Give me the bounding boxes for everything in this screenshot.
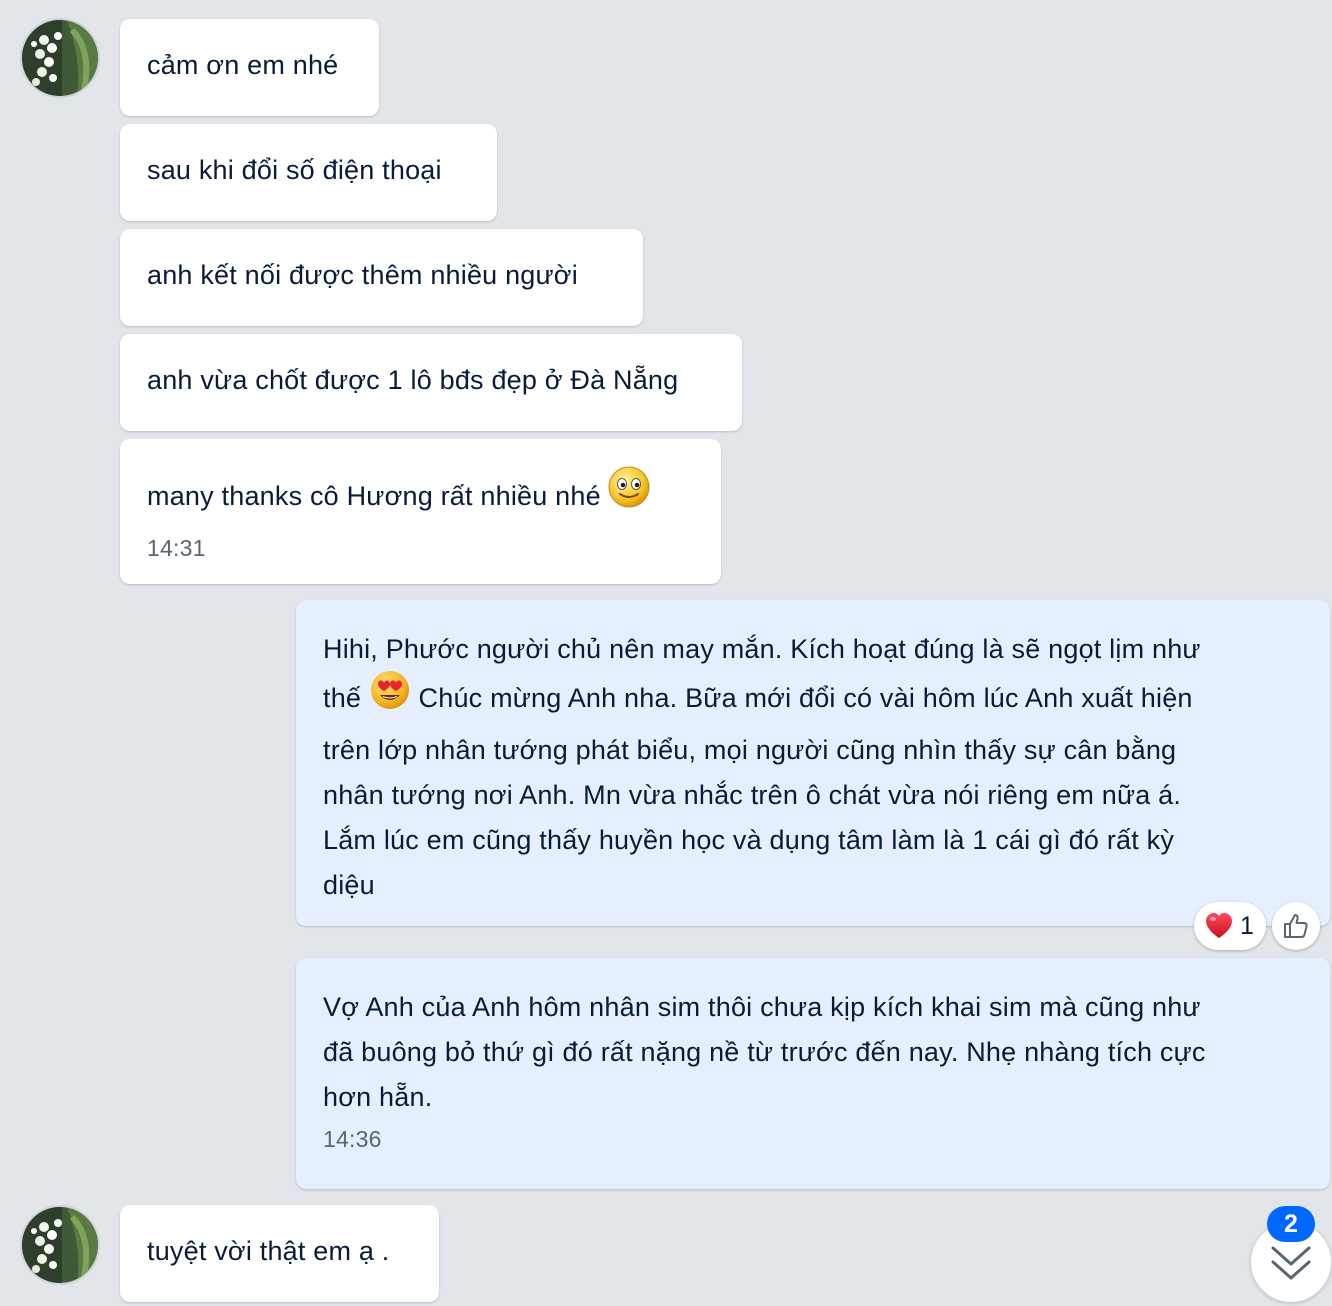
reaction-count: 1 (1240, 911, 1254, 940)
message-text-line: Lắm lúc em cũng thấy huyền học và dụng t… (323, 825, 1175, 855)
message-bubble[interactable]: anh vừa chốt được 1 lô bđs đẹp ở Đà Nẵng (120, 334, 742, 431)
message-text-line: thế Chúc mừng Anh nha. Bữa mới đổi có và… (323, 669, 1300, 728)
flower-photo-icon (22, 1207, 98, 1283)
chat-message-list[interactable]: cảm ơn em nhé sau khi đổi số điện thoại … (0, 0, 1332, 1306)
sender-avatar[interactable] (20, 1205, 100, 1285)
message-reactions: 1 (1194, 902, 1320, 950)
message-text-line: nhân tướng nơi Anh. Mn vừa nhắc trên ô c… (323, 780, 1182, 810)
heart-icon (1206, 913, 1232, 938)
message-text: sau khi đổi số điện thoại (147, 155, 442, 185)
message-text: tuyệt vời thật em ạ . (147, 1236, 390, 1266)
message-bubble[interactable]: cảm ơn em nhé (120, 19, 379, 116)
message-bubble[interactable]: many thanks cô Hương rất nhiều nhé 14:31 (120, 439, 721, 584)
message-bubble[interactable]: sau khi đổi số điện thoại (120, 124, 497, 221)
message-text: anh kết nối được thêm nhiều người (147, 260, 578, 290)
message-text-line: diệu (323, 870, 375, 900)
thumbs-up-icon (1283, 914, 1308, 938)
message-text: anh vừa chốt được 1 lô bđs đẹp ở Đà Nẵng (147, 365, 679, 395)
message-text-line: trên lớp nhân tướng phát biểu, mọi người… (323, 735, 1177, 765)
reaction-summary[interactable]: 1 (1194, 902, 1266, 950)
message-text: cảm ơn em nhé (147, 50, 339, 80)
message-bubble-outgoing[interactable]: Vợ Anh của Anh hôm nhân sim thôi chưa kị… (296, 958, 1330, 1189)
unread-count-badge: 2 (1267, 1206, 1315, 1242)
message-text-line: hơn hẵn. (323, 1082, 433, 1112)
message-timestamp: 14:31 (147, 535, 206, 561)
flower-photo-icon (22, 20, 98, 96)
message-bubble[interactable]: anh kết nối được thêm nhiều người (120, 229, 643, 326)
heart-eyes-emoji-icon (369, 669, 411, 725)
message-text-fragment: thế (323, 683, 362, 714)
message-text-line: Hihi, Phước người chủ nên may mắn. Kích … (323, 634, 1201, 664)
message-text: many thanks cô Hương rất nhiều nhé (147, 481, 601, 512)
message-bubble-outgoing[interactable]: Hihi, Phước người chủ nên may mắn. Kích … (296, 600, 1330, 926)
message-text-line: đã buông bỏ thứ gì đó rất nặng nề từ trư… (323, 1037, 1206, 1067)
react-like-button[interactable] (1271, 902, 1320, 950)
message-text-line: Vợ Anh của Anh hôm nhân sim thôi chưa kị… (323, 992, 1201, 1022)
sender-avatar[interactable] (20, 18, 100, 98)
message-timestamp: 14:36 (323, 1126, 382, 1152)
message-bubble[interactable]: tuyệt vời thật em ạ . (120, 1205, 439, 1302)
double-chevron-down-icon (1271, 1246, 1311, 1280)
smiling-face-emoji-icon (607, 465, 651, 523)
message-text-fragment: Chúc mừng Anh nha. Bữa mới đổi có vài hô… (418, 683, 1193, 714)
